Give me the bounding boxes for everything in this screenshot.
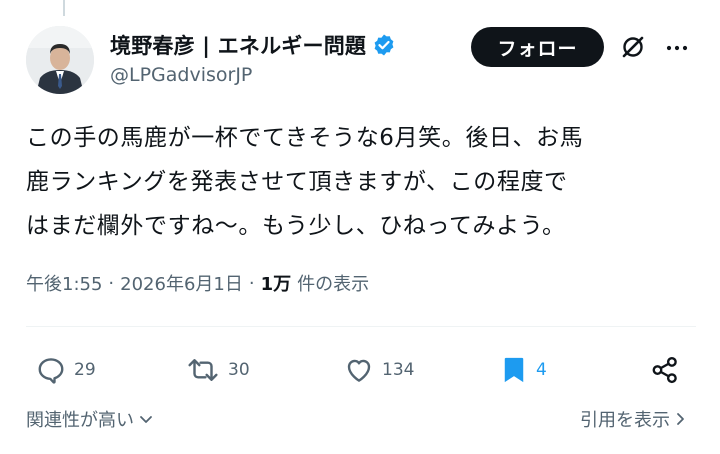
chevron-down-icon — [138, 411, 154, 427]
tweet-text-line: この手の馬鹿が一杯でてきそうな6月笑。後日、お馬 — [26, 125, 584, 151]
author-display-name[interactable]: 境野春彦 | エネルギー問題 — [110, 30, 366, 60]
tweet-text-line: はまだ欄外ですね〜。もう少し、ひねってみよう。 — [26, 213, 566, 239]
follow-button[interactable]: フォロー — [471, 27, 604, 67]
chevron-right-icon — [674, 411, 688, 427]
tweet-text: この手の馬鹿が一杯でてきそうな6月笑。後日、お馬 鹿ランキングを発表させて頂きま… — [26, 116, 696, 248]
tweet-text-line: 鹿ランキングを発表させて頂きますが、この程度で — [26, 169, 568, 195]
divider — [26, 326, 696, 327]
author-name-row: 境野春彦 | エネルギー問題 — [110, 30, 396, 60]
more-options-icon[interactable] — [664, 35, 690, 61]
verified-badge-icon[interactable] — [372, 33, 396, 57]
avatar[interactable] — [26, 26, 94, 94]
action-bar: 29 30 134 4 — [26, 348, 696, 392]
retweet-count: 30 — [228, 360, 250, 380]
grok-icon[interactable] — [620, 34, 646, 60]
meta-separator: · — [248, 272, 255, 294]
thread-connector-line — [63, 0, 65, 16]
avatar-image — [26, 26, 94, 94]
heart-icon — [347, 359, 371, 382]
reply-icon — [38, 358, 64, 384]
author-handle[interactable]: @LPGadvisorJP — [110, 64, 252, 86]
view-quotes-link[interactable]: 引用を表示 — [580, 406, 688, 432]
views-label: 件の表示 — [297, 274, 370, 295]
retweet-icon — [188, 359, 218, 381]
share-button[interactable] — [650, 348, 680, 392]
tweet-date[interactable]: 2026年6月1日 — [120, 270, 243, 296]
reply-sort-selector[interactable]: 関連性が高い — [26, 406, 154, 432]
tweet-time[interactable]: 午後1:55 — [26, 270, 102, 296]
retweet-button[interactable]: 30 — [186, 348, 250, 392]
share-icon — [652, 356, 677, 384]
reply-sort-label: 関連性が高い — [26, 410, 134, 431]
tweet-metadata: 午後1:55 · 2026年6月1日 · 1万 件の表示 — [26, 270, 369, 296]
bookmark-button[interactable]: 4 — [500, 348, 547, 392]
reply-count: 29 — [74, 360, 96, 380]
meta-separator: · — [108, 272, 115, 294]
views-count: 1万 — [260, 274, 292, 295]
like-count: 134 — [382, 360, 415, 380]
bookmark-icon — [504, 357, 524, 383]
bookmark-count: 4 — [536, 360, 547, 380]
reply-button[interactable]: 29 — [36, 348, 96, 392]
like-button[interactable]: 134 — [344, 348, 414, 392]
view-quotes-label: 引用を表示 — [580, 410, 670, 431]
